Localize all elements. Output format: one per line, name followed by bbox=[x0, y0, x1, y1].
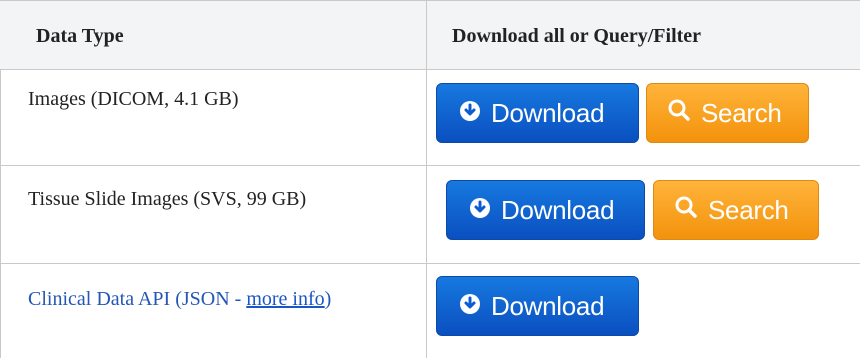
search-button[interactable]: Search bbox=[646, 83, 809, 143]
row-type-label: Clinical Data API (JSON - more info) bbox=[28, 284, 408, 314]
download-button-label: Download bbox=[491, 290, 605, 321]
search-icon bbox=[674, 195, 698, 226]
download-button-label: Download bbox=[491, 97, 605, 128]
header-data-type: Data Type bbox=[36, 25, 124, 47]
download-button-label: Download bbox=[501, 194, 615, 225]
download-button[interactable]: Download bbox=[446, 180, 645, 240]
table-row: Tissue Slide Images (SVS, 99 GB) Downloa… bbox=[0, 166, 860, 264]
row-type-label: Tissue Slide Images (SVS, 99 GB) bbox=[28, 188, 307, 210]
download-circle-icon bbox=[459, 98, 481, 129]
search-button[interactable]: Search bbox=[653, 180, 819, 240]
table-header-row: Data Type Download all or Query/Filter bbox=[0, 0, 860, 70]
table-row: Clinical Data API (JSON - more info) Dow… bbox=[0, 264, 860, 358]
table-row: Images (DICOM, 4.1 GB) Download Search bbox=[0, 68, 860, 166]
download-circle-icon bbox=[459, 291, 481, 322]
download-button[interactable]: Download bbox=[436, 276, 639, 336]
row-type-label: Images (DICOM, 4.1 GB) bbox=[28, 88, 239, 110]
download-circle-icon bbox=[469, 195, 491, 226]
data-table: Data Type Download all or Query/Filter I… bbox=[0, 0, 860, 358]
search-icon bbox=[667, 98, 691, 129]
row-type-label-prefix: Clinical Data API (JSON - bbox=[28, 288, 247, 310]
column-divider bbox=[426, 0, 427, 358]
row-type-label-suffix: ) bbox=[324, 288, 332, 310]
search-button-label: Search bbox=[708, 194, 789, 225]
header-download-query: Download all or Query/Filter bbox=[452, 25, 702, 47]
download-button[interactable]: Download bbox=[436, 83, 639, 143]
search-button-label: Search bbox=[701, 97, 782, 128]
more-info-link[interactable]: more info bbox=[246, 288, 324, 310]
